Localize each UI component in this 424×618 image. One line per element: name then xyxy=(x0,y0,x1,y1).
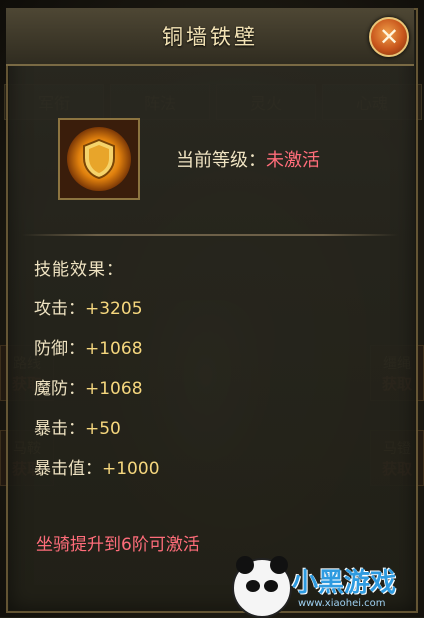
golden-shield-icon xyxy=(67,127,131,191)
stat-row-crit: 暴击：+50 xyxy=(34,414,121,439)
stat-row-crit-value: 暴击值：+1000 xyxy=(34,454,160,479)
effects-title: 技能效果： xyxy=(34,260,124,280)
stat-value: +1068 xyxy=(85,379,143,399)
dialog-title: 铜墙铁壁 xyxy=(162,25,258,49)
level-value: 未激活 xyxy=(266,150,320,171)
stat-label: 暴击值： xyxy=(34,459,102,479)
section-divider xyxy=(22,234,398,236)
stat-row-attack: 攻击：+3205 xyxy=(34,294,143,319)
level-label: 当前等级： xyxy=(176,150,266,171)
stat-value: +1000 xyxy=(102,459,160,479)
stat-label: 魔防： xyxy=(34,379,85,399)
stat-value: +1068 xyxy=(85,339,143,359)
stat-row-magic-defense: 魔防：+1068 xyxy=(34,374,143,399)
stat-label: 防御： xyxy=(34,339,85,359)
stat-label: 攻击： xyxy=(34,299,85,319)
close-x-icon: ✕ xyxy=(378,23,400,51)
stat-row-defense: 防御：+1068 xyxy=(34,334,143,359)
panda-logo-icon xyxy=(232,556,292,618)
stat-value: +3205 xyxy=(85,299,143,319)
site-watermark: 小黑游戏 www.xiaohei.com xyxy=(232,556,422,618)
stat-label: 暴击： xyxy=(34,419,85,439)
current-level-row: 当前等级：未激活 xyxy=(176,146,320,172)
dialog-title-bar: 铜墙铁壁 xyxy=(6,8,414,66)
stat-value: +50 xyxy=(85,419,121,439)
watermark-url: www.xiaohei.com xyxy=(298,598,386,609)
close-button[interactable]: ✕ xyxy=(369,17,409,57)
watermark-text: 小黑游戏 xyxy=(292,568,397,598)
activation-requirement-note: 坐骑提升到6阶可激活 xyxy=(36,535,200,555)
skill-icon-frame xyxy=(58,118,140,200)
